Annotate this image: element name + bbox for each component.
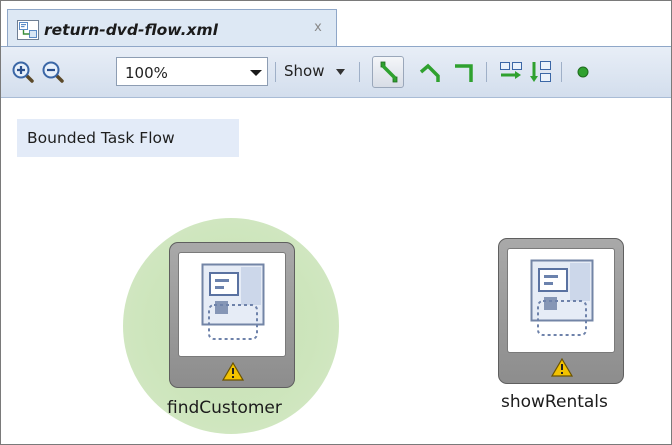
view-activity-icon (201, 263, 265, 340)
show-menu-button[interactable]: Show (284, 62, 324, 80)
node-body (178, 252, 286, 357)
zoom-out-icon[interactable] (41, 60, 65, 84)
node-body (507, 248, 615, 353)
toolbar-separator (275, 62, 276, 82)
angled-line-icon[interactable] (418, 60, 442, 84)
chevron-down-icon (336, 69, 345, 75)
zoom-select[interactable]: 100% (116, 57, 268, 86)
diagram-canvas[interactable]: Bounded Task Flow findCustomer showRenta… (1, 98, 671, 444)
zoom-value: 100% (125, 64, 168, 82)
straight-line-button[interactable] (372, 56, 404, 88)
straight-line-icon (380, 61, 398, 83)
warning-icon (222, 362, 244, 381)
task-flow-file-icon (17, 20, 39, 40)
toolbar-separator (486, 62, 487, 82)
layout-horizontal-icon[interactable] (499, 60, 523, 84)
orthogonal-line-icon[interactable] (452, 60, 476, 84)
view-activity-node[interactable] (169, 242, 295, 388)
editor-tab[interactable]: return-dvd-flow.xml x (7, 9, 337, 46)
view-activity-icon (530, 259, 594, 336)
editor-tab-strip: return-dvd-flow.xml x (1, 1, 671, 47)
close-icon[interactable]: x (310, 20, 326, 36)
node-label: findCustomer (167, 398, 282, 418)
editor-tab-title: return-dvd-flow.xml (44, 21, 218, 39)
diagram-toolbar: 100% Show (1, 47, 671, 98)
view-activity-node[interactable] (498, 238, 624, 384)
diagram-editor: return-dvd-flow.xml x 100% Show Bounded … (0, 0, 672, 445)
toolbar-separator (359, 62, 360, 82)
warning-icon (551, 358, 573, 377)
chevron-down-icon (250, 70, 262, 76)
flow-type-label: Bounded Task Flow (17, 119, 239, 157)
layout-vertical-icon[interactable] (529, 60, 553, 84)
zoom-in-icon[interactable] (11, 60, 35, 84)
node-label: showRentals (501, 392, 608, 412)
start-node-icon[interactable] (571, 60, 595, 84)
toolbar-separator (561, 62, 562, 82)
